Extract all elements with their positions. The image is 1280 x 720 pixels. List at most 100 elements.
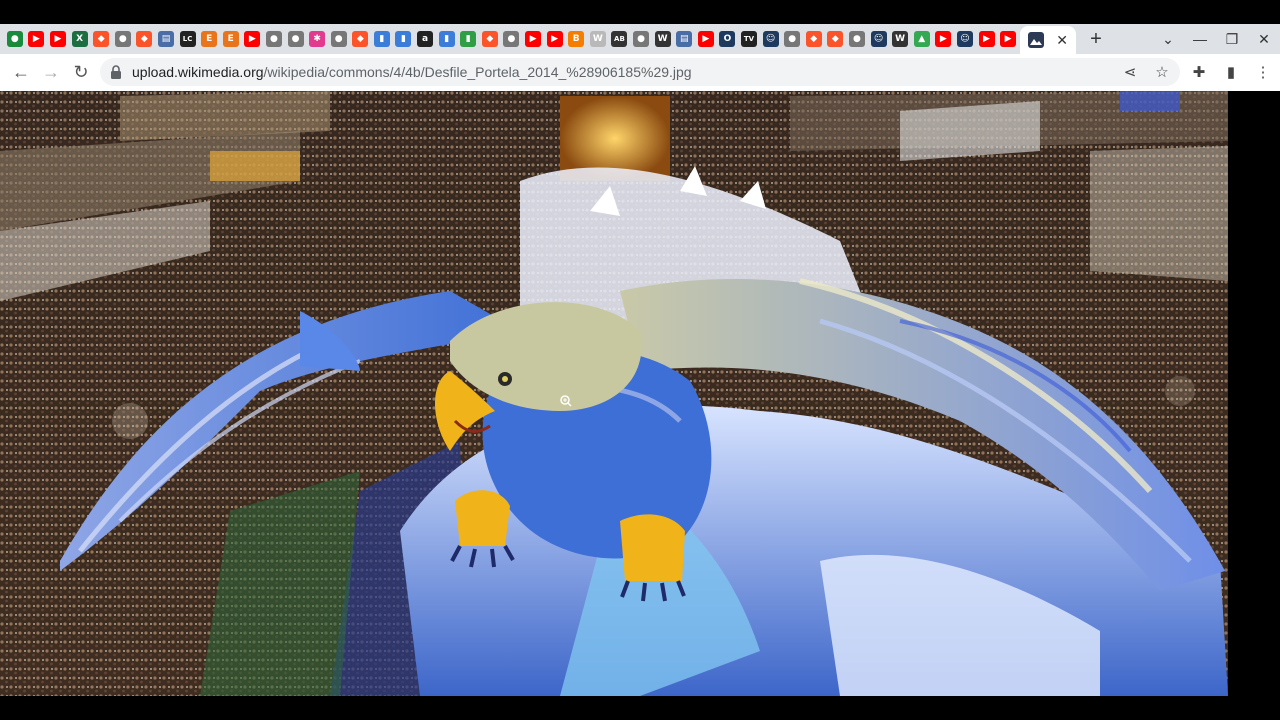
tab[interactable]: ▶ (933, 24, 955, 54)
tab[interactable]: W (587, 24, 609, 54)
active-tab[interactable]: ✕ (1020, 26, 1076, 54)
person-icon: ☺ (956, 31, 973, 47)
restore-button[interactable]: ❐ (1216, 24, 1248, 54)
lock-icon (111, 65, 121, 79)
close-window-button[interactable]: ✕ (1248, 24, 1280, 54)
tab[interactable]: ▮ (457, 24, 479, 54)
blogger-icon: B (568, 31, 585, 47)
extensions-icon[interactable]: ✚ (1186, 58, 1212, 86)
wikipedia-icon: W (654, 31, 671, 47)
tab[interactable]: W (652, 24, 674, 54)
tab[interactable]: ● (781, 24, 803, 54)
back-button[interactable]: ← (6, 58, 36, 86)
tab[interactable]: W (889, 24, 911, 54)
tab[interactable]: ◆ (134, 24, 156, 54)
tv-icon: TV (740, 31, 757, 47)
photo-icon (1028, 32, 1044, 48)
tab[interactable]: ▶ (544, 24, 566, 54)
e-icon: E (222, 31, 239, 47)
drive-icon: ▲ (913, 31, 930, 47)
share-icon[interactable]: ⋖ (1120, 62, 1140, 82)
tab[interactable]: ▮ (371, 24, 393, 54)
url-text[interactable]: upload.wikimedia.org/wikipedia/commons/4… (132, 64, 692, 80)
tab[interactable]: ● (501, 24, 523, 54)
menu-icon[interactable]: ⋮ (1250, 58, 1276, 86)
tab[interactable]: ● (263, 24, 285, 54)
youtube-icon: ▶ (49, 31, 66, 47)
carnival-eagle-float-photo[interactable] (0, 91, 1228, 696)
tab[interactable]: ▲ (911, 24, 933, 54)
page-viewport (0, 91, 1280, 696)
toolbar: ← → ↻ upload.wikimedia.org/wikipedia/com… (0, 54, 1280, 91)
chrome-icon: ● (330, 31, 347, 47)
tab[interactable]: a (414, 24, 436, 54)
tab[interactable]: ◆ (825, 24, 847, 54)
youtube-icon: ▶ (244, 31, 261, 47)
pinned-tabs: ● ▶ ▶ X ◆ ● ◆ ▤ LC E E ▶ ● ● ✱ ● ◆ ▮ ▮ a ▮ ▮ ◆ ● ▶ ▶ B W AB ● W ▤ ▶ O TV ☺ ●… (4, 24, 1019, 54)
tab[interactable]: ▶ (997, 24, 1019, 54)
e-icon: E (201, 31, 218, 47)
person-icon: ☺ (762, 31, 779, 47)
tab[interactable]: TV (738, 24, 760, 54)
tab-search-button[interactable]: ⌄ (1152, 24, 1184, 54)
tab[interactable]: ◆ (350, 24, 372, 54)
chrome-icon: ● (633, 31, 650, 47)
chrome-icon: ● (114, 31, 131, 47)
lc-icon: LC (179, 31, 196, 47)
tab[interactable]: ● (630, 24, 652, 54)
tab[interactable]: ● (846, 24, 868, 54)
tab[interactable]: ▤ (673, 24, 695, 54)
chrome-icon: ● (287, 31, 304, 47)
tab[interactable]: ▶ (522, 24, 544, 54)
reload-button[interactable]: ↻ (66, 58, 96, 86)
youtube-icon: ▶ (1000, 31, 1017, 47)
chart-icon: ▤ (676, 31, 693, 47)
tab[interactable]: ☺ (954, 24, 976, 54)
tab[interactable]: ▶ (26, 24, 48, 54)
tab[interactable]: ◆ (479, 24, 501, 54)
shopping-icon: ▮ (395, 31, 412, 47)
side-panel-icon[interactable]: ▮ (1218, 58, 1244, 86)
url-path: /wikipedia/commons/4/4b/Desfile_Portela_… (263, 64, 692, 80)
tab[interactable]: X (69, 24, 91, 54)
tab[interactable]: E (198, 24, 220, 54)
tab[interactable]: ◆ (90, 24, 112, 54)
tab[interactable]: ◆ (803, 24, 825, 54)
tab[interactable]: ● (4, 24, 26, 54)
tab[interactable]: ● (285, 24, 307, 54)
ab-icon: AB (611, 31, 628, 47)
chart-icon: ▤ (157, 31, 174, 47)
address-bar[interactable]: upload.wikimedia.org/wikipedia/commons/4… (100, 58, 1180, 86)
tab[interactable]: ● (328, 24, 350, 54)
tab[interactable]: ▶ (976, 24, 998, 54)
tab[interactable]: ▶ (47, 24, 69, 54)
forward-button[interactable]: → (36, 58, 66, 86)
tab[interactable]: ▶ (242, 24, 264, 54)
new-tab-button[interactable]: + (1084, 24, 1108, 54)
brave-icon: ◆ (352, 31, 369, 47)
tab[interactable]: B (565, 24, 587, 54)
tab[interactable]: ✱ (306, 24, 328, 54)
youtube-icon: ▶ (935, 31, 952, 47)
minimize-button[interactable]: — (1184, 24, 1216, 54)
tab[interactable]: ▮ (393, 24, 415, 54)
tab[interactable]: ▶ (695, 24, 717, 54)
chrome-icon: ● (503, 31, 520, 47)
close-tab-icon[interactable]: ✕ (1056, 32, 1068, 49)
window-controls: ⌄ — ❐ ✕ (1152, 24, 1280, 54)
shopping-icon: ▮ (460, 31, 477, 47)
tab[interactable]: ☺ (868, 24, 890, 54)
tab[interactable]: E (220, 24, 242, 54)
bookmark-star-icon[interactable]: ☆ (1152, 62, 1172, 82)
tab[interactable]: ▮ (436, 24, 458, 54)
youtube-icon: ▶ (697, 31, 714, 47)
youtube-icon: ▶ (978, 31, 995, 47)
tab[interactable]: ● (112, 24, 134, 54)
chrome-icon: ● (265, 31, 282, 47)
tab[interactable]: ☺ (760, 24, 782, 54)
shopping-icon: ▮ (438, 31, 455, 47)
tab[interactable]: ▤ (155, 24, 177, 54)
tab[interactable]: LC (177, 24, 199, 54)
tab[interactable]: AB (609, 24, 631, 54)
tab[interactable]: O (717, 24, 739, 54)
